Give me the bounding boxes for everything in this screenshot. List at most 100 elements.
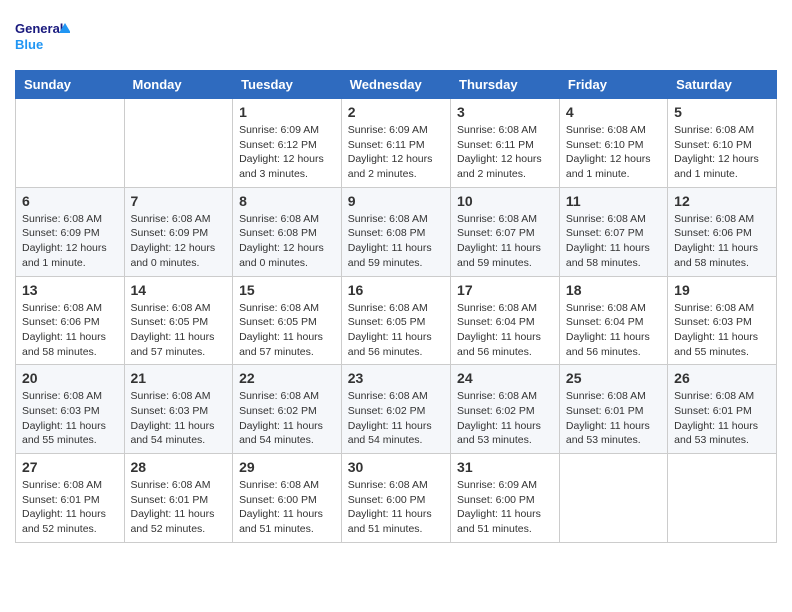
day-info: Sunrise: 6:08 AM Sunset: 6:11 PM Dayligh…: [457, 123, 553, 182]
weekday-header-cell: Thursday: [451, 71, 560, 99]
calendar-week-row: 6 Sunrise: 6:08 AM Sunset: 6:09 PM Daylig…: [16, 187, 777, 276]
day-number: 25: [566, 370, 661, 386]
day-info: Sunrise: 6:08 AM Sunset: 6:01 PM Dayligh…: [566, 389, 661, 448]
weekday-header-cell: Monday: [124, 71, 233, 99]
day-number: 19: [674, 282, 770, 298]
day-info: Sunrise: 6:08 AM Sunset: 6:08 PM Dayligh…: [348, 212, 444, 271]
calendar-day-cell: 9 Sunrise: 6:08 AM Sunset: 6:08 PM Daylig…: [341, 187, 450, 276]
day-number: 3: [457, 104, 553, 120]
calendar-day-cell: 21 Sunrise: 6:08 AM Sunset: 6:03 PM Dayli…: [124, 365, 233, 454]
calendar-day-cell: 14Sunrise: 6:08 AM Sunset: 6:05 PM Dayli…: [124, 276, 233, 365]
calendar-table: SundayMondayTuesdayWednesdayThursdayFrid…: [15, 70, 777, 543]
day-number: 21: [131, 370, 227, 386]
day-info: Sunrise: 6:08 AM Sunset: 6:03 PM Dayligh…: [674, 301, 770, 360]
calendar-day-cell: 20Sunrise: 6:08 AM Sunset: 6:03 PM Dayli…: [16, 365, 125, 454]
day-number: 30: [348, 459, 444, 475]
svg-text:General: General: [15, 21, 63, 36]
calendar-day-cell: 31 Sunrise: 6:09 AM Sunset: 6:00 PM Dayli…: [451, 454, 560, 543]
calendar-day-cell: 17 Sunrise: 6:08 AM Sunset: 6:04 PM Dayli…: [451, 276, 560, 365]
calendar-day-cell: 1 Sunrise: 6:09 AM Sunset: 6:12 PM Daylig…: [233, 99, 342, 188]
calendar-day-cell: [16, 99, 125, 188]
calendar-day-cell: 2Sunrise: 6:09 AM Sunset: 6:11 PM Daylig…: [341, 99, 450, 188]
day-number: 27: [22, 459, 118, 475]
calendar-day-cell: [559, 454, 667, 543]
weekday-header-cell: Saturday: [668, 71, 777, 99]
calendar-day-cell: [668, 454, 777, 543]
day-number: 17: [457, 282, 553, 298]
calendar-day-cell: 23 Sunrise: 6:08 AM Sunset: 6:02 PM Dayli…: [341, 365, 450, 454]
calendar-week-row: 20Sunrise: 6:08 AM Sunset: 6:03 PM Dayli…: [16, 365, 777, 454]
calendar-day-cell: 29 Sunrise: 6:08 AM Sunset: 6:00 PM Dayli…: [233, 454, 342, 543]
calendar-day-cell: 11 Sunrise: 6:08 AM Sunset: 6:07 PM Dayli…: [559, 187, 667, 276]
weekday-header-cell: Wednesday: [341, 71, 450, 99]
day-info: Sunrise: 6:08 AM Sunset: 6:05 PM Dayligh…: [348, 301, 444, 360]
calendar-day-cell: 8 Sunrise: 6:08 AM Sunset: 6:08 PM Daylig…: [233, 187, 342, 276]
day-number: 9: [348, 193, 444, 209]
header: General Blue: [15, 15, 777, 60]
day-number: 8: [239, 193, 335, 209]
day-number: 11: [566, 193, 661, 209]
calendar-week-row: 27Sunrise: 6:08 AM Sunset: 6:01 PM Dayli…: [16, 454, 777, 543]
calendar-day-cell: 15 Sunrise: 6:08 AM Sunset: 6:05 PM Dayli…: [233, 276, 342, 365]
day-info: Sunrise: 6:08 AM Sunset: 6:07 PM Dayligh…: [457, 212, 553, 271]
calendar-day-cell: 10 Sunrise: 6:08 AM Sunset: 6:07 PM Dayli…: [451, 187, 560, 276]
day-info: Sunrise: 6:08 AM Sunset: 6:09 PM Dayligh…: [131, 212, 227, 271]
day-number: 23: [348, 370, 444, 386]
day-number: 28: [131, 459, 227, 475]
day-info: Sunrise: 6:08 AM Sunset: 6:02 PM Dayligh…: [457, 389, 553, 448]
calendar-day-cell: 28Sunrise: 6:08 AM Sunset: 6:01 PM Dayli…: [124, 454, 233, 543]
day-info: Sunrise: 6:08 AM Sunset: 6:03 PM Dayligh…: [22, 389, 118, 448]
calendar-day-cell: 12Sunrise: 6:08 AM Sunset: 6:06 PM Dayli…: [668, 187, 777, 276]
day-number: 16: [348, 282, 444, 298]
calendar-day-cell: 18 Sunrise: 6:08 AM Sunset: 6:04 PM Dayli…: [559, 276, 667, 365]
day-info: Sunrise: 6:09 AM Sunset: 6:11 PM Dayligh…: [348, 123, 444, 182]
day-number: 31: [457, 459, 553, 475]
day-number: 26: [674, 370, 770, 386]
day-info: Sunrise: 6:08 AM Sunset: 6:10 PM Dayligh…: [674, 123, 770, 182]
calendar-day-cell: 6Sunrise: 6:08 AM Sunset: 6:09 PM Daylig…: [16, 187, 125, 276]
day-info: Sunrise: 6:08 AM Sunset: 6:06 PM Dayligh…: [674, 212, 770, 271]
day-number: 18: [566, 282, 661, 298]
calendar-day-cell: 4 Sunrise: 6:08 AM Sunset: 6:10 PM Daylig…: [559, 99, 667, 188]
day-info: Sunrise: 6:08 AM Sunset: 6:10 PM Dayligh…: [566, 123, 661, 182]
day-number: 6: [22, 193, 118, 209]
calendar-week-row: 1 Sunrise: 6:09 AM Sunset: 6:12 PM Daylig…: [16, 99, 777, 188]
calendar-day-cell: 3 Sunrise: 6:08 AM Sunset: 6:11 PM Daylig…: [451, 99, 560, 188]
day-info: Sunrise: 6:08 AM Sunset: 6:00 PM Dayligh…: [239, 478, 335, 537]
calendar-day-cell: 30 Sunrise: 6:08 AM Sunset: 6:00 PM Dayli…: [341, 454, 450, 543]
weekday-header-cell: Tuesday: [233, 71, 342, 99]
calendar-day-cell: 19 Sunrise: 6:08 AM Sunset: 6:03 PM Dayli…: [668, 276, 777, 365]
day-info: Sunrise: 6:08 AM Sunset: 6:06 PM Dayligh…: [22, 301, 118, 360]
day-info: Sunrise: 6:09 AM Sunset: 6:12 PM Dayligh…: [239, 123, 335, 182]
day-number: 24: [457, 370, 553, 386]
calendar-day-cell: 27Sunrise: 6:08 AM Sunset: 6:01 PM Dayli…: [16, 454, 125, 543]
day-number: 7: [131, 193, 227, 209]
calendar-day-cell: 25 Sunrise: 6:08 AM Sunset: 6:01 PM Dayli…: [559, 365, 667, 454]
calendar-day-cell: 22Sunrise: 6:08 AM Sunset: 6:02 PM Dayli…: [233, 365, 342, 454]
weekday-header-cell: Sunday: [16, 71, 125, 99]
day-info: Sunrise: 6:08 AM Sunset: 6:07 PM Dayligh…: [566, 212, 661, 271]
calendar-day-cell: 24 Sunrise: 6:08 AM Sunset: 6:02 PM Dayli…: [451, 365, 560, 454]
calendar-week-row: 13Sunrise: 6:08 AM Sunset: 6:06 PM Dayli…: [16, 276, 777, 365]
calendar-day-cell: 16 Sunrise: 6:08 AM Sunset: 6:05 PM Dayli…: [341, 276, 450, 365]
calendar-day-cell: 5 Sunrise: 6:08 AM Sunset: 6:10 PM Daylig…: [668, 99, 777, 188]
day-info: Sunrise: 6:08 AM Sunset: 6:04 PM Dayligh…: [566, 301, 661, 360]
day-info: Sunrise: 6:08 AM Sunset: 6:08 PM Dayligh…: [239, 212, 335, 271]
day-info: Sunrise: 6:08 AM Sunset: 6:05 PM Dayligh…: [239, 301, 335, 360]
day-info: Sunrise: 6:08 AM Sunset: 6:02 PM Dayligh…: [348, 389, 444, 448]
day-info: Sunrise: 6:09 AM Sunset: 6:00 PM Dayligh…: [457, 478, 553, 537]
day-info: Sunrise: 6:08 AM Sunset: 6:03 PM Dayligh…: [131, 389, 227, 448]
day-number: 15: [239, 282, 335, 298]
day-info: Sunrise: 6:08 AM Sunset: 6:02 PM Dayligh…: [239, 389, 335, 448]
day-info: Sunrise: 6:08 AM Sunset: 6:00 PM Dayligh…: [348, 478, 444, 537]
day-number: 5: [674, 104, 770, 120]
calendar-day-cell: [124, 99, 233, 188]
day-number: 4: [566, 104, 661, 120]
day-number: 10: [457, 193, 553, 209]
svg-text:Blue: Blue: [15, 37, 43, 52]
day-number: 14: [131, 282, 227, 298]
day-number: 1: [239, 104, 335, 120]
logo: General Blue: [15, 15, 70, 60]
day-info: Sunrise: 6:08 AM Sunset: 6:04 PM Dayligh…: [457, 301, 553, 360]
day-number: 29: [239, 459, 335, 475]
